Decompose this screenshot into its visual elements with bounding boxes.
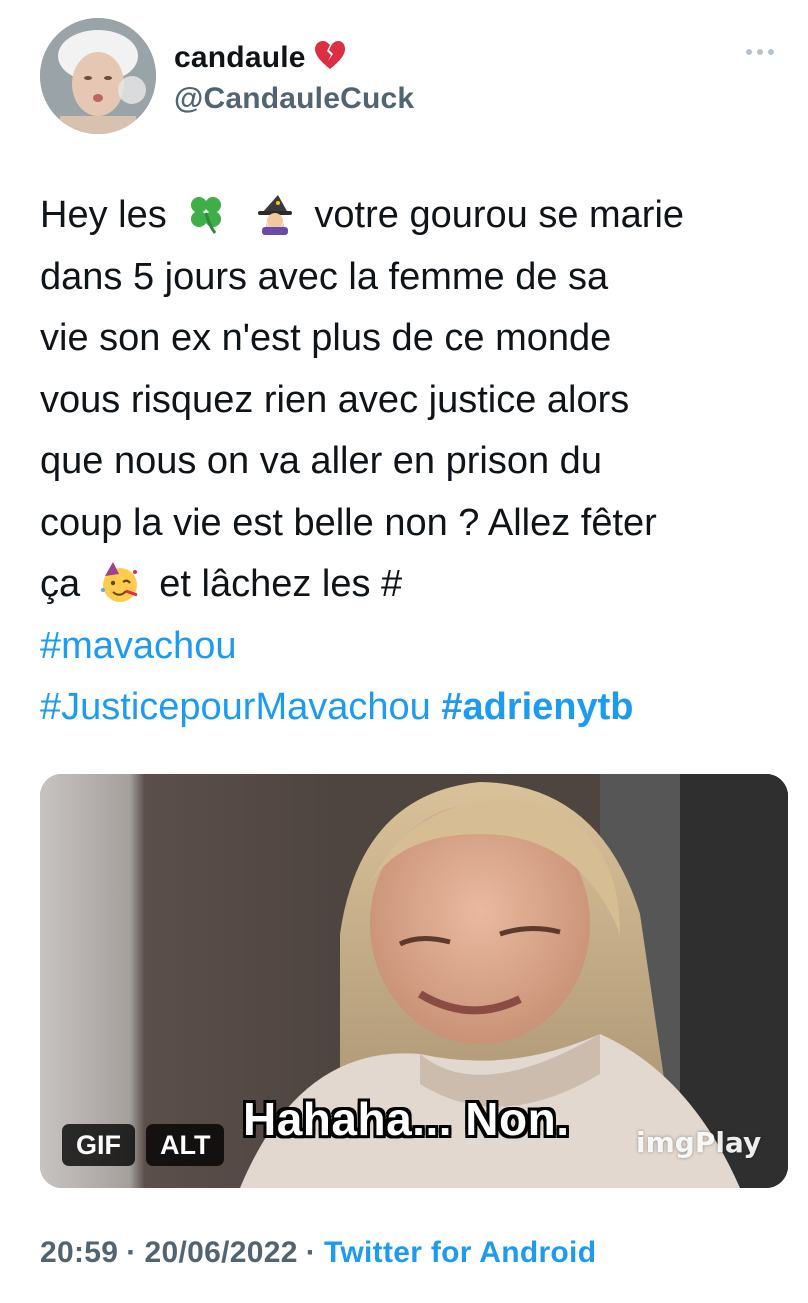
tweet-card: candaule @CandauleCuck Hey les votre gou… bbox=[0, 0, 808, 1303]
tweet-metadata: 20:59 · 20/06/2022 · Twitter for Android bbox=[40, 1236, 596, 1270]
media-gif[interactable]: GIF ALT Hahaha... Non. imgPlay bbox=[40, 774, 788, 1188]
text-segment: et lâchez les # bbox=[159, 563, 403, 605]
tweet-line: #JusticepourMavachou #adrienytb bbox=[40, 677, 790, 739]
text-segment: ça bbox=[40, 563, 81, 605]
tweet-line: vie son ex n'est plus de ce monde bbox=[40, 317, 612, 359]
broken-heart-icon bbox=[314, 40, 346, 75]
tweet-line: vous risquez rien avec justice alors bbox=[40, 378, 630, 421]
imgplay-watermark: imgPlay bbox=[636, 1126, 762, 1159]
mage-icon bbox=[257, 195, 292, 235]
user-handle[interactable]: @CandauleCuck bbox=[174, 82, 414, 116]
partying-face-icon bbox=[100, 562, 138, 602]
tweet-line: ça et lâchez les # bbox=[40, 554, 790, 616]
tweet-date[interactable]: 20/06/2022 bbox=[145, 1236, 298, 1269]
display-name[interactable]: candaule bbox=[174, 41, 306, 75]
tweet-text: Hey les votre gourou se marie dans 5 jou… bbox=[40, 185, 790, 739]
avatar-image bbox=[40, 18, 156, 134]
hashtag-link[interactable]: #adrienytb bbox=[441, 686, 633, 728]
gif-badge: GIF bbox=[62, 1124, 135, 1166]
tweet-line: coup la vie est belle non ? Allez fêter bbox=[40, 501, 657, 544]
tweet-line: dans 5 jours avec la femme de sa bbox=[40, 255, 609, 298]
tweet-line: #mavachou bbox=[40, 616, 790, 678]
tweet-time[interactable]: 20:59 bbox=[40, 1236, 118, 1269]
tweet-line: Hey les votre gourou se marie bbox=[40, 185, 790, 247]
avatar[interactable] bbox=[40, 18, 156, 134]
clover-icon bbox=[191, 197, 222, 234]
text-segment: Hey les bbox=[40, 194, 167, 236]
separator: · bbox=[126, 1236, 137, 1269]
gif-caption: Hahaha... Non. bbox=[243, 1093, 570, 1145]
hashtag-link[interactable]: #mavachou bbox=[40, 625, 236, 667]
text-segment: votre gourou se marie bbox=[314, 194, 685, 236]
separator: · bbox=[305, 1236, 316, 1269]
alt-text-button[interactable]: ALT bbox=[146, 1124, 225, 1166]
user-name-row[interactable]: candaule bbox=[174, 40, 346, 75]
tweet-source-link[interactable]: Twitter for Android bbox=[324, 1236, 596, 1269]
tweet-line: que nous on va aller en prison du bbox=[40, 440, 602, 482]
more-options-icon[interactable] bbox=[740, 40, 780, 64]
hashtag-link[interactable]: #JusticepourMavachou bbox=[40, 686, 431, 728]
